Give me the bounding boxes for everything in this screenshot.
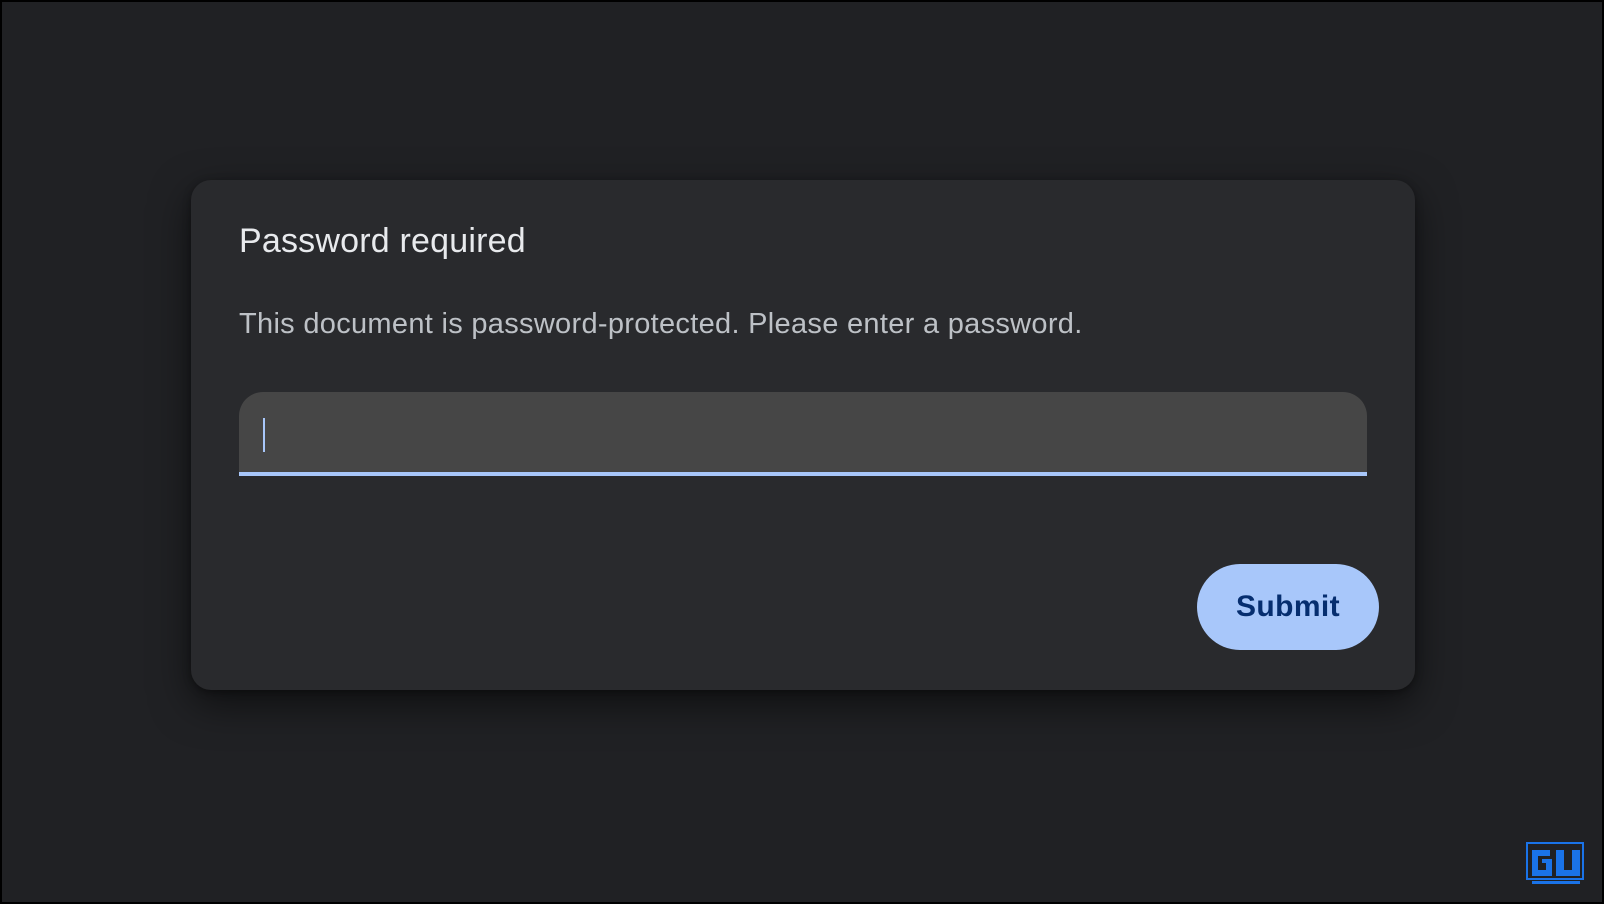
screen-background: Password required This document is passw… (2, 2, 1602, 902)
gadgets-to-use-logo-icon (1526, 842, 1584, 886)
password-field[interactable] (239, 392, 1367, 476)
password-dialog: Password required This document is passw… (191, 180, 1415, 690)
dialog-message: This document is password-protected. Ple… (239, 308, 1083, 340)
dialog-title: Password required (239, 222, 526, 260)
password-input[interactable] (239, 392, 1367, 472)
submit-button[interactable]: Submit (1197, 564, 1379, 650)
